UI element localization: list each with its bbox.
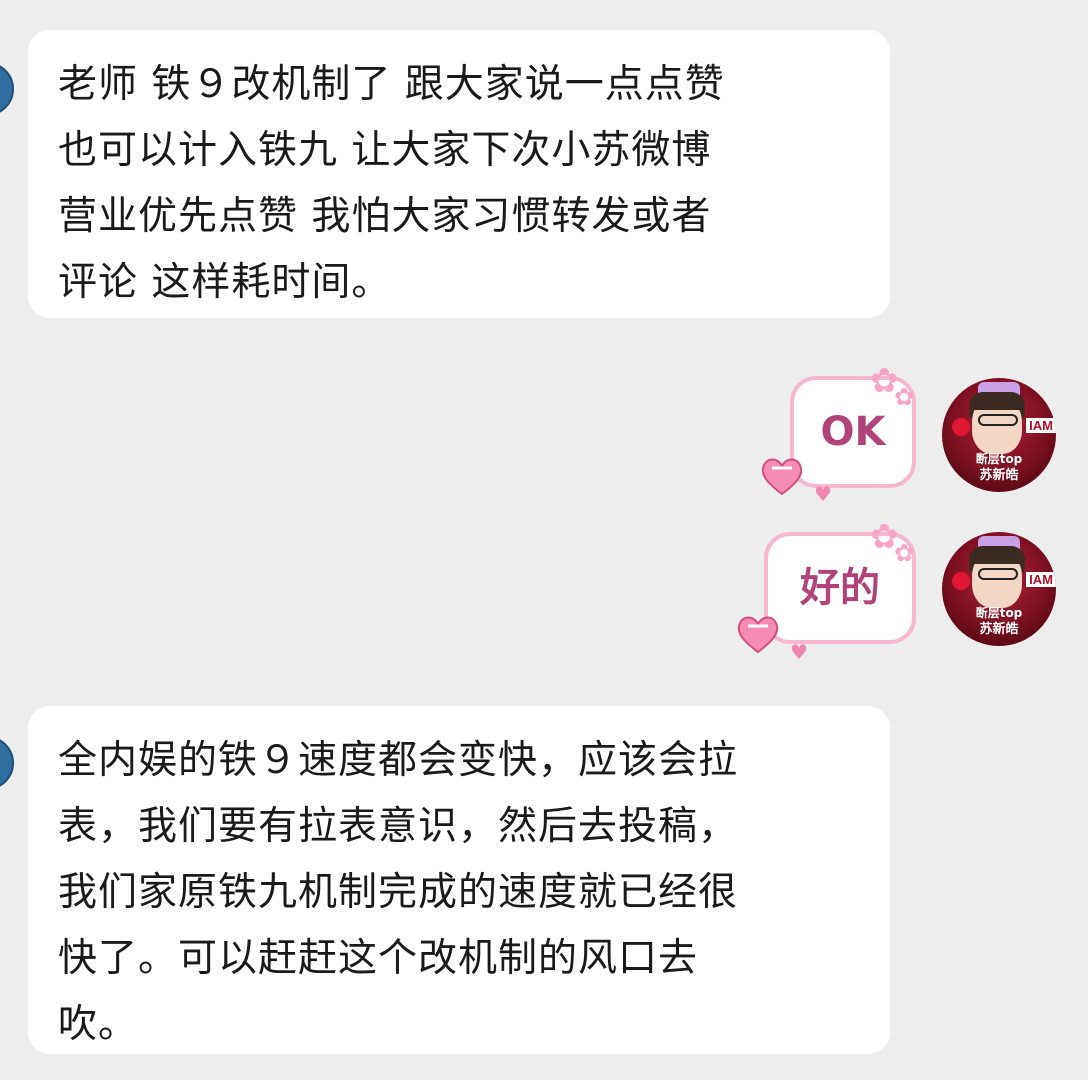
- glasses-icon: [978, 414, 1018, 426]
- contact-avatar[interactable]: [0, 62, 14, 116]
- my-avatar[interactable]: IAM 断层top 苏新皓: [942, 378, 1056, 492]
- heart-icon: ♥: [814, 482, 832, 506]
- outgoing-message[interactable]: 好的 ✿ ✿ ♥: [737, 520, 916, 662]
- heart-icon: ♥: [790, 640, 808, 664]
- flower-decoration-icon: ✿: [894, 383, 915, 411]
- avatar-hair-top: [969, 546, 1025, 564]
- outgoing-message[interactable]: OK ✿ ✿ ♥: [761, 364, 916, 504]
- incoming-message[interactable]: 老师 铁９改机制了 跟大家说一点点赞 也可以计入铁九 让大家下次小苏微博 营业优…: [28, 30, 890, 318]
- contact-avatar[interactable]: [0, 736, 14, 790]
- avatar-caption: 断层top: [975, 452, 1023, 466]
- incoming-message[interactable]: 全内娱的铁９速度都会变快，应该会拉 表，我们要有拉表意识，然后去投稿， 我们家原…: [28, 706, 890, 1054]
- apple-icon: [952, 418, 970, 436]
- avatar-name: 苏新皓: [979, 622, 1019, 637]
- message-text: OK: [820, 409, 886, 455]
- chat-view: 老师 铁９改机制了 跟大家说一点点赞 也可以计入铁九 让大家下次小苏微博 营业优…: [0, 0, 1088, 1080]
- glasses-icon: [978, 568, 1018, 580]
- avatar-badge: IAM: [1026, 418, 1056, 433]
- heart-gift-icon: [761, 458, 803, 496]
- my-avatar[interactable]: IAM 断层top 苏新皓: [942, 532, 1056, 646]
- avatar-caption: 断层top: [975, 606, 1023, 620]
- avatar-hair-top: [969, 392, 1025, 410]
- apple-icon: [952, 572, 970, 590]
- heart-gift-icon: [737, 616, 779, 654]
- message-text: 好的: [800, 565, 880, 611]
- avatar-badge: IAM: [1026, 572, 1056, 587]
- avatar-name: 苏新皓: [979, 468, 1019, 483]
- flower-decoration-icon: ✿: [894, 539, 915, 567]
